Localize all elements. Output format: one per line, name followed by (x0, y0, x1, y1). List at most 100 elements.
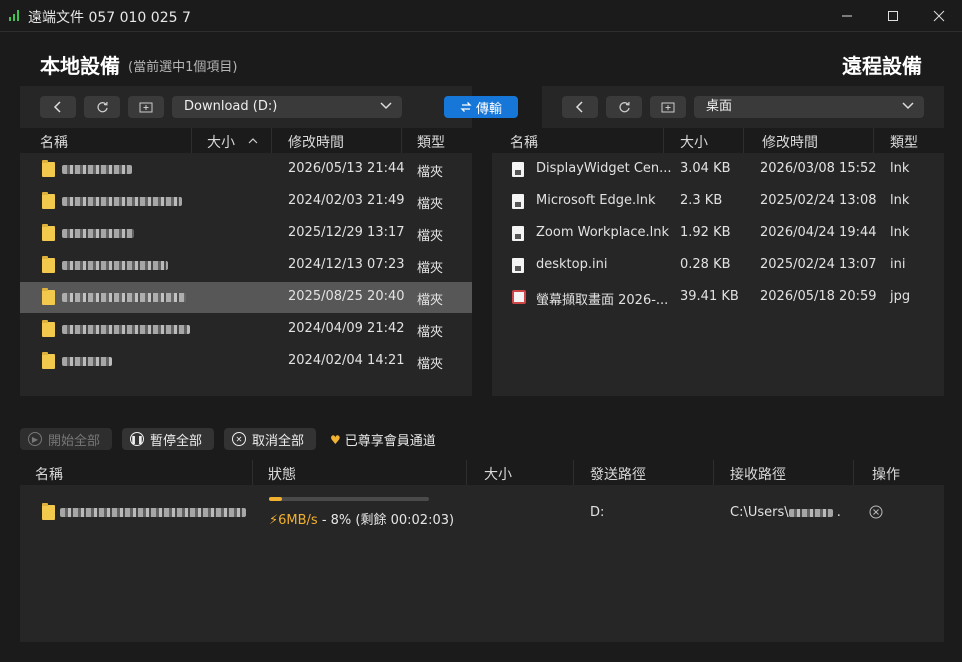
file-size: 39.41 KB (680, 289, 739, 304)
col-send-path: 發送路徑 (590, 467, 646, 483)
start-all-button[interactable]: ▶ 開始全部 (20, 428, 112, 450)
file-type: 檔夾 (417, 261, 444, 276)
file-name: 螢幕擷取畫面 2026-... (536, 293, 669, 308)
queue-item-name (60, 508, 246, 517)
file-size: 0.28 KB (680, 257, 731, 272)
local-file-row[interactable]: 2024/12/13 07:23 檔夾 (20, 250, 472, 281)
remote-toolbar: 桌面 (542, 86, 944, 128)
local-file-row[interactable]: 2026/05/13 21:44 檔夾 (20, 154, 472, 185)
col-modified[interactable]: 修改時間 (762, 132, 818, 152)
vip-channel-badge: ♥ 已尊享會員通道 (330, 430, 436, 450)
pause-all-label: 暫停全部 (150, 433, 203, 449)
remote-device-title: 遠程設備 (842, 54, 922, 78)
remote-folder-select[interactable]: 桌面 (694, 96, 924, 118)
local-file-row[interactable]: 2025/08/25 20:40 檔夾 (20, 282, 472, 313)
file-name (62, 357, 112, 366)
col-size[interactable]: 大小 (680, 132, 708, 152)
refresh-icon (96, 101, 108, 112)
col-size[interactable]: 大小 (207, 132, 235, 152)
chevron-down-icon (380, 102, 392, 110)
col-name[interactable]: 名稱 (510, 132, 538, 152)
chevron-left-icon (575, 101, 583, 113)
file-name: DisplayWidget Cen... (536, 161, 672, 176)
file-modified: 2025/08/25 20:40 (288, 289, 405, 304)
local-drive-value: Download (D:) (184, 99, 278, 114)
chevron-down-icon (902, 102, 914, 110)
pause-all-button[interactable]: ❚❚ 暫停全部 (122, 428, 214, 450)
remote-refresh-button[interactable] (606, 96, 642, 118)
cancel-all-button[interactable]: ✕ 取消全部 (224, 428, 316, 450)
file-type: 檔夾 (417, 229, 444, 244)
pause-icon: ❚❚ (130, 432, 144, 446)
progress-bar (269, 497, 429, 501)
remote-file-row[interactable]: Microsoft Edge.lnk 2.3 KB 2025/02/24 13:08… (492, 186, 944, 217)
settings-file-icon (512, 258, 524, 273)
col-name[interactable]: 名稱 (40, 132, 68, 152)
local-file-row[interactable]: 2024/02/04 14:21 檔夾 (20, 346, 472, 377)
close-circle-icon (869, 505, 883, 519)
file-name (62, 197, 182, 206)
remote-file-row[interactable]: desktop.ini 0.28 KB 2025/02/24 13:07 ini (492, 250, 944, 281)
local-file-list: 名稱 大小 修改時間 類型 2026/05/13 21:44 檔夾 2024/02/… (20, 128, 472, 396)
lightning-icon: ⚡ (269, 513, 279, 528)
maximize-icon[interactable] (870, 0, 916, 32)
new-folder-icon (661, 102, 675, 113)
play-icon: ▶ (28, 432, 42, 446)
cancel-all-label: 取消全部 (252, 433, 305, 449)
file-type: jpg (890, 289, 911, 304)
refresh-button[interactable] (84, 96, 120, 118)
file-name: Microsoft Edge.lnk (536, 193, 656, 208)
local-drive-select[interactable]: Download (D:) (172, 96, 402, 118)
file-name: desktop.ini (536, 257, 608, 272)
title-bar: 遠端文件 057 010 025 7 (0, 0, 962, 32)
remote-back-button[interactable] (562, 96, 598, 118)
local-toolbar: Download (D:) (20, 86, 472, 128)
col-modified[interactable]: 修改時間 (288, 132, 344, 152)
remote-new-folder-button[interactable] (650, 96, 686, 118)
folder-icon (42, 256, 55, 273)
new-folder-button[interactable] (128, 96, 164, 118)
refresh-icon (618, 101, 630, 112)
window-title: 遠端文件 057 010 025 7 (28, 10, 191, 26)
recv-path: C:\Users\ . (730, 505, 841, 520)
chevron-left-icon (53, 101, 61, 113)
file-size: 1.92 KB (680, 225, 731, 240)
file-name (62, 261, 168, 270)
close-icon[interactable] (916, 0, 962, 32)
file-type: 檔夾 (417, 357, 444, 372)
file-modified: 2026/04/24 19:44 (760, 225, 877, 240)
file-type: lnk (890, 225, 910, 240)
transfer-button[interactable]: 傳輸 (444, 96, 518, 118)
remote-file-row[interactable]: Zoom Workplace.lnk 1.92 KB 2026/04/24 19:4… (492, 218, 944, 249)
col-recv-path: 接收路徑 (730, 467, 786, 483)
remote-table-header: 名稱 大小 修改時間 類型 (492, 128, 944, 153)
local-file-row[interactable]: 2025/12/29 13:17 檔夾 (20, 218, 472, 249)
col-type[interactable]: 類型 (417, 132, 445, 152)
transfer-queue: 名稱 狀態 大小 發送路徑 接收路徑 操作 ⚡6MB/s - 8% (剩餘 00… (20, 460, 944, 642)
shortcut-file-icon (512, 162, 524, 177)
file-type: lnk (890, 161, 910, 176)
file-type: ini (890, 257, 906, 272)
file-modified: 2026/05/18 20:59 (760, 289, 877, 304)
file-modified: 2024/12/13 07:23 (288, 257, 405, 272)
col-size: 大小 (484, 467, 512, 483)
remote-file-row[interactable]: 螢幕擷取畫面 2026-... 39.41 KB 2026/05/18 20:59 j… (492, 282, 944, 313)
back-button[interactable] (40, 96, 76, 118)
col-type[interactable]: 類型 (890, 132, 918, 152)
signal-icon (9, 10, 21, 21)
cancel-item-button[interactable] (869, 505, 883, 523)
minimize-icon[interactable] (824, 0, 870, 32)
file-type: lnk (890, 193, 910, 208)
folder-icon (42, 192, 55, 209)
queue-table-header: 名稱 狀態 大小 發送路徑 接收路徑 操作 (20, 460, 944, 485)
local-file-row[interactable]: 2024/02/03 21:49 檔夾 (20, 186, 472, 217)
local-file-row[interactable]: 2024/04/09 21:42 檔夾 (20, 314, 472, 345)
file-type: 檔夾 (417, 325, 444, 340)
transfer-label: 傳輸 (475, 101, 502, 117)
remote-file-row[interactable]: DisplayWidget Cen... 3.04 KB 2026/03/08 15… (492, 154, 944, 185)
vip-label: 已尊享會員通道 (344, 434, 436, 449)
transfer-status: ⚡6MB/s - 8% (剩餘 00:02:03) (269, 509, 454, 528)
file-size: 3.04 KB (680, 161, 731, 176)
col-name: 名稱 (35, 467, 63, 483)
transfer-speed: 6MB/s (278, 513, 318, 528)
